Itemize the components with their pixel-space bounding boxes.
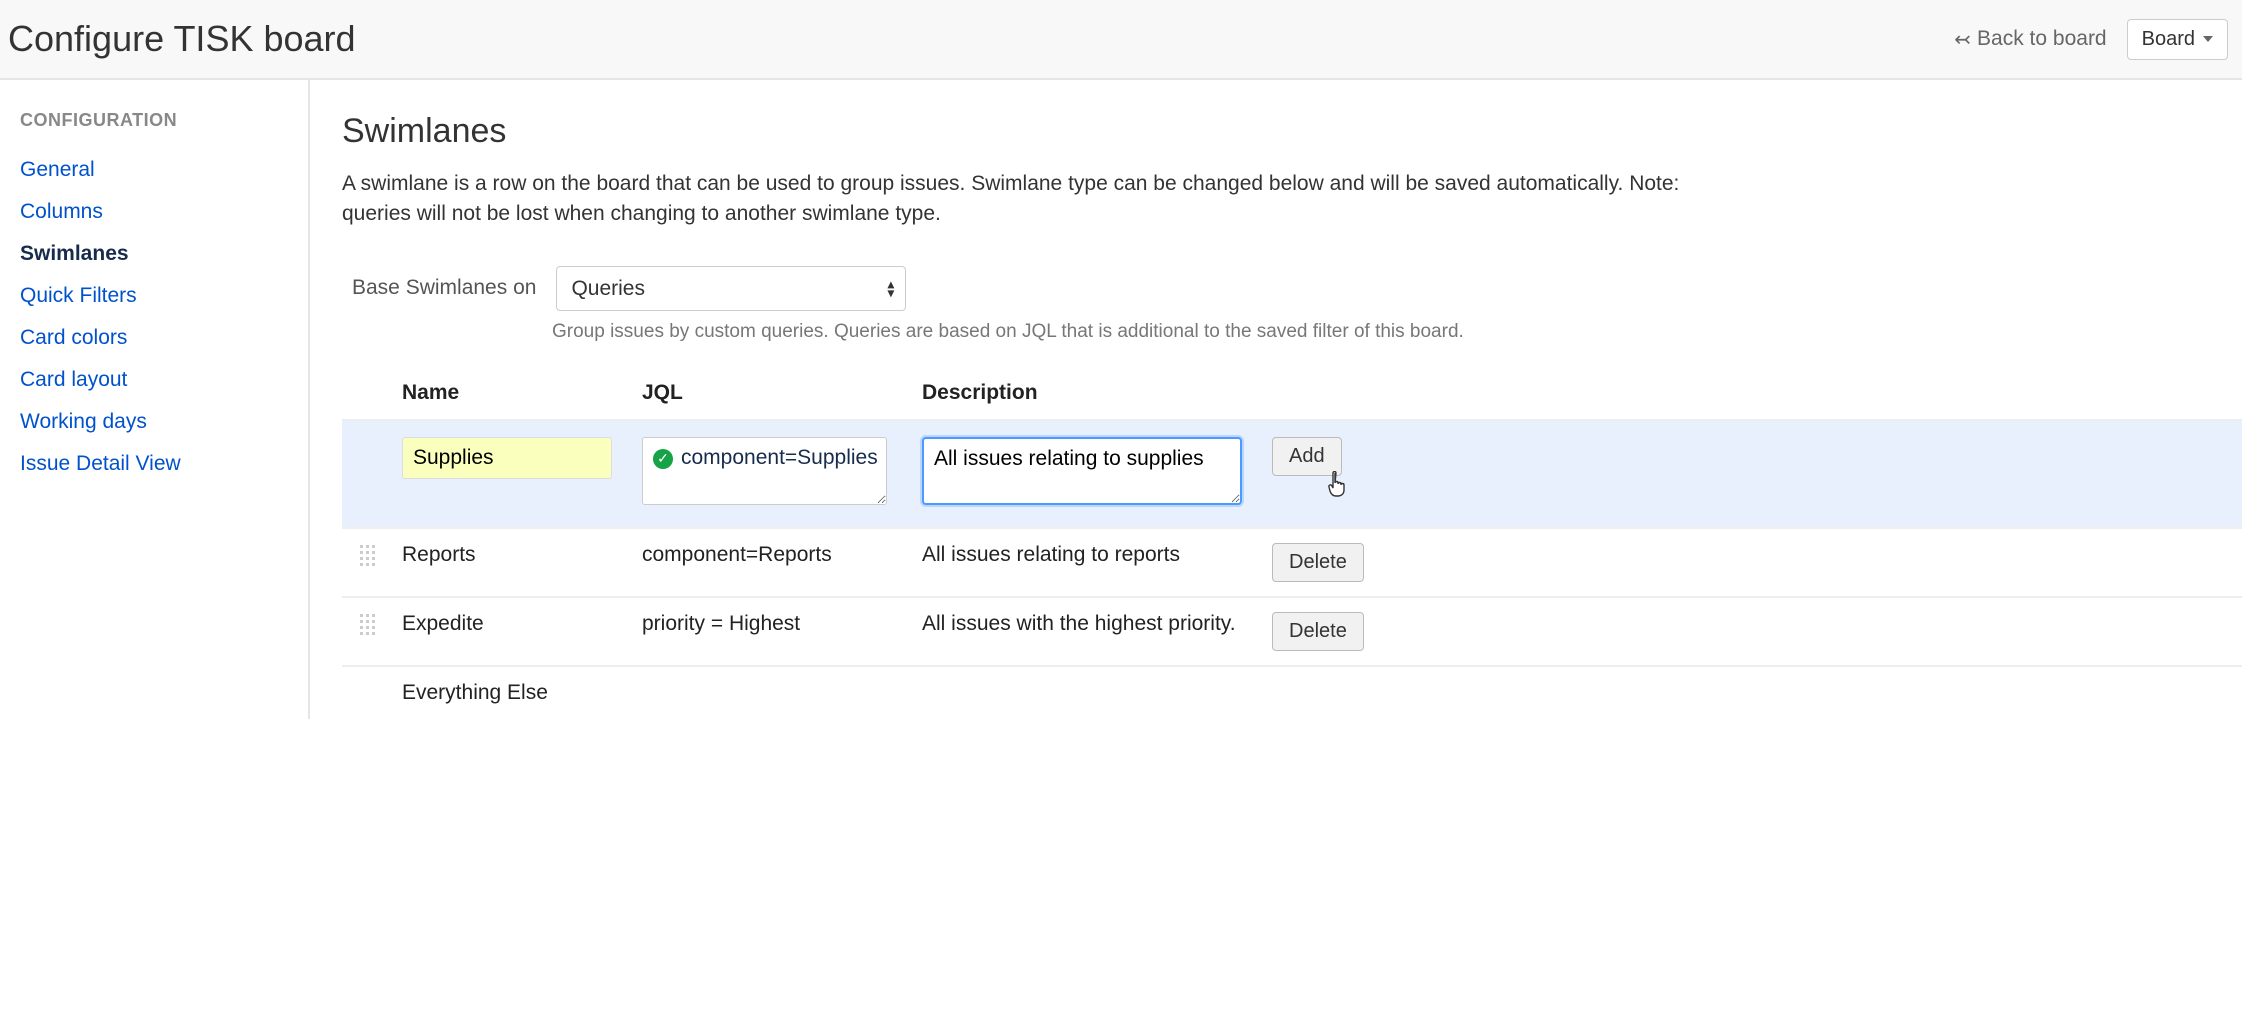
col-jql: JQL: [642, 381, 922, 405]
delete-swimlane-button[interactable]: Delete: [1272, 612, 1364, 651]
board-dropdown-button[interactable]: Board: [2127, 19, 2228, 60]
col-description: Description: [922, 381, 1272, 405]
sidebar-item-swimlanes[interactable]: Swimlanes: [20, 233, 288, 275]
swimlane-jql[interactable]: component=Reports: [642, 543, 922, 567]
sidebar-item-general[interactable]: General: [20, 149, 288, 191]
add-swimlane-button[interactable]: Add: [1272, 437, 1342, 476]
base-swimlanes-help: Group issues by custom queries. Queries …: [552, 321, 2242, 343]
sidebar: CONFIGURATION General Columns Swimlanes …: [0, 80, 310, 719]
new-swimlane-desc-input[interactable]: [922, 437, 1242, 505]
sidebar-heading: CONFIGURATION: [20, 110, 288, 131]
board-button-label: Board: [2142, 28, 2195, 51]
new-swimlane-jql-text: component=Supplies: [681, 446, 878, 470]
delete-swimlane-button[interactable]: Delete: [1272, 543, 1364, 582]
table-row: Reports component=Reports All issues rel…: [342, 529, 2242, 598]
section-description: A swimlane is a row on the board that ca…: [342, 169, 1742, 230]
new-swimlane-row: ✓ component=Supplies Add: [342, 419, 2242, 529]
swimlane-desc[interactable]: All issues with the highest priority.: [922, 612, 1272, 636]
swimlane-desc[interactable]: All issues relating to reports: [922, 543, 1272, 567]
sidebar-item-working-days[interactable]: Working days: [20, 401, 288, 443]
new-swimlane-name-input[interactable]: [402, 437, 612, 479]
base-swimlanes-label: Base Swimlanes on: [342, 276, 536, 300]
swimlanes-table: Name JQL Description ✓ component=Supplie…: [342, 367, 2242, 719]
sidebar-item-card-colors[interactable]: Card colors: [20, 317, 288, 359]
chevron-down-icon: [2203, 36, 2213, 42]
swimlane-name[interactable]: Expedite: [402, 612, 642, 636]
top-actions: ↢ Back to board Board: [1954, 19, 2228, 60]
sidebar-item-columns[interactable]: Columns: [20, 191, 288, 233]
base-swimlanes-select[interactable]: Queries: [556, 266, 906, 311]
top-bar: Configure TISK board ↢ Back to board Boa…: [0, 0, 2242, 80]
swimlane-jql[interactable]: priority = Highest: [642, 612, 922, 636]
sidebar-item-issue-detail-view[interactable]: Issue Detail View: [20, 443, 288, 485]
swimlane-name[interactable]: Reports: [402, 543, 642, 567]
base-swimlanes-row: Base Swimlanes on Queries ▴▾: [342, 266, 2242, 311]
page-title: Configure TISK board: [8, 18, 356, 60]
table-row: Expedite priority = Highest All issues w…: [342, 598, 2242, 667]
jql-valid-icon: ✓: [653, 449, 673, 469]
drag-handle-icon[interactable]: [360, 545, 378, 571]
main-content: Swimlanes A swimlane is a row on the boa…: [310, 80, 2242, 719]
new-swimlane-jql-input[interactable]: ✓ component=Supplies: [642, 437, 887, 505]
sidebar-item-card-layout[interactable]: Card layout: [20, 359, 288, 401]
swimlane-name[interactable]: Everything Else: [402, 681, 642, 705]
back-arrow-icon: ↢: [1954, 27, 1971, 52]
section-title: Swimlanes: [342, 112, 2242, 151]
col-name: Name: [402, 381, 642, 405]
table-row: Everything Else: [342, 667, 2242, 719]
sidebar-item-quick-filters[interactable]: Quick Filters: [20, 275, 288, 317]
table-header: Name JQL Description: [342, 367, 2242, 419]
back-to-board-link[interactable]: ↢ Back to board: [1954, 27, 2106, 52]
drag-handle-icon[interactable]: [360, 614, 378, 640]
back-to-board-label: Back to board: [1977, 27, 2107, 51]
